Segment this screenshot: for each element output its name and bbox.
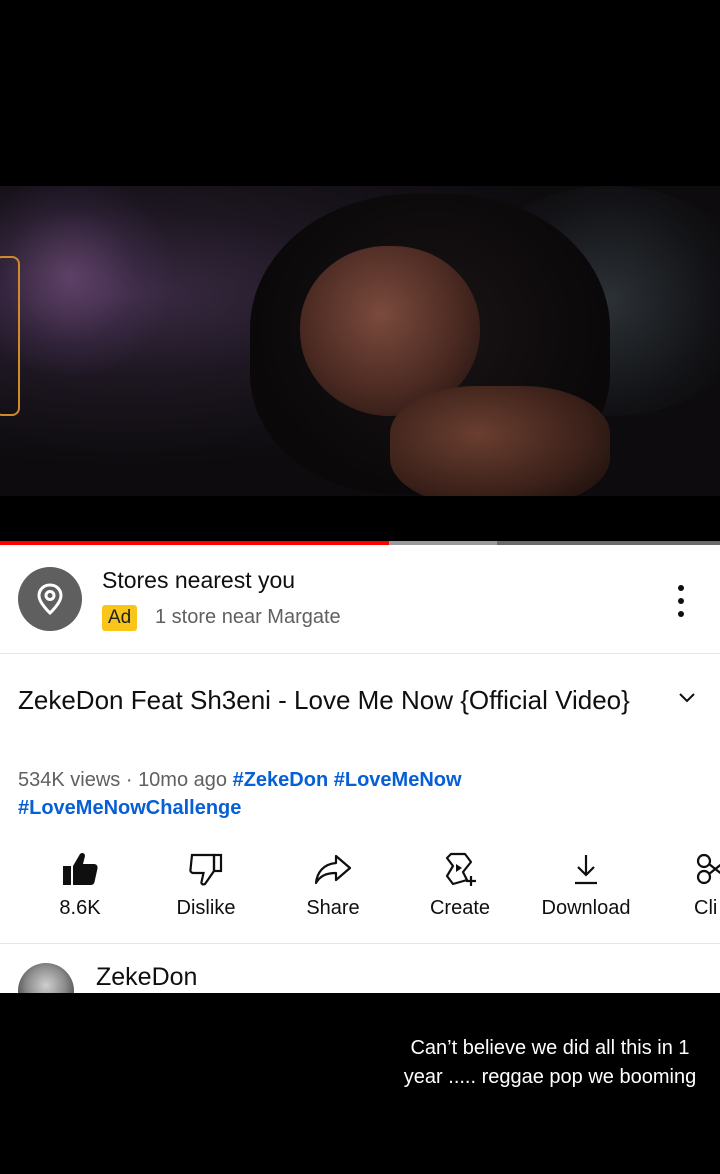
hashtag-link[interactable]: #ZekeDon	[233, 769, 329, 791]
ad-card[interactable]: Stores nearest you Ad 1 store near Marga…	[0, 545, 720, 654]
avatar[interactable]	[18, 963, 74, 993]
share-button[interactable]: Share	[273, 845, 393, 935]
clip-button[interactable]: Cli	[648, 845, 720, 935]
action-bar: 8.6K Dislike Share Create Download Cli	[0, 845, 720, 935]
top-letterbox	[0, 0, 720, 186]
ad-title[interactable]: Stores nearest you	[102, 567, 295, 594]
ad-subtitle: 1 store near Margate	[155, 606, 341, 628]
like-button[interactable]: 8.6K	[20, 845, 140, 935]
clip-label: Cli	[694, 897, 718, 919]
share-icon	[273, 849, 393, 889]
share-label: Share	[306, 897, 360, 919]
hashtag-link[interactable]: #LoveMeNowChallenge	[18, 797, 241, 819]
create-button[interactable]: Create	[400, 845, 520, 935]
dislike-label: Dislike	[176, 897, 236, 919]
video-meta: 534K views · 10mo ago #ZekeDon #LoveMeNo…	[18, 766, 678, 822]
chevron-down-icon[interactable]	[674, 685, 700, 711]
upload-age: 10mo ago	[138, 769, 228, 791]
meta-separator: ·	[120, 769, 139, 791]
download-button[interactable]: Download	[526, 845, 646, 935]
overlay-caption: Can’t believe we did all this in 1 year …	[403, 1037, 697, 1088]
more-options-icon[interactable]	[666, 581, 696, 621]
create-icon	[400, 849, 520, 889]
view-count: 534K views	[18, 769, 121, 791]
bottom-letterbox	[0, 496, 720, 541]
location-pin-icon	[18, 567, 82, 631]
download-label: Download	[541, 897, 631, 919]
hashtag-link[interactable]: #LoveMeNow	[334, 769, 462, 791]
clip-icon	[648, 849, 720, 889]
channel-name[interactable]: ZekeDon	[96, 963, 197, 992]
video-player[interactable]	[0, 186, 720, 496]
video-subject-shoulder	[390, 386, 610, 496]
create-label: Create	[429, 897, 491, 919]
like-count: 8.6K	[59, 897, 101, 919]
channel-row[interactable]: ZekeDon	[0, 955, 720, 993]
divider	[0, 943, 720, 944]
video-title[interactable]: ZekeDon Feat Sh3eni - Love Me Now {Offic…	[18, 681, 638, 720]
thumbs-down-icon	[146, 849, 266, 889]
download-icon	[526, 849, 646, 889]
video-bokeh	[0, 186, 180, 376]
dislike-button[interactable]: Dislike	[146, 845, 266, 935]
ad-badge: Ad	[102, 605, 138, 631]
thumbs-up-icon	[20, 849, 140, 889]
video-frame-edge	[0, 256, 20, 416]
watch-panel: Stores nearest you Ad 1 store near Marga…	[0, 545, 720, 993]
